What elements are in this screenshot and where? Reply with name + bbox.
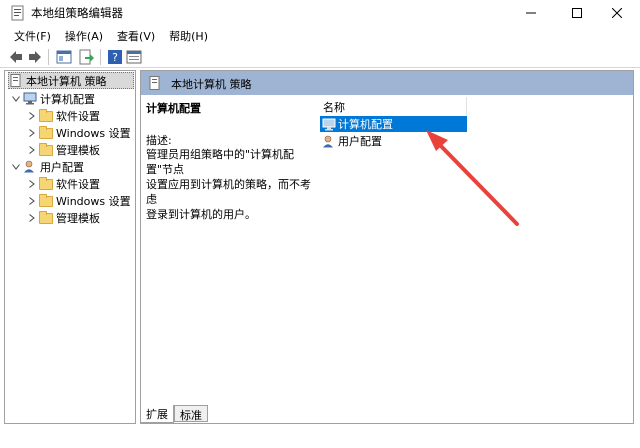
tree-item-local-policy[interactable]: 本地计算机 策略 [8, 72, 134, 89]
tree-item-label: Windows 设置 [56, 194, 131, 208]
properties-icon[interactable] [126, 49, 142, 65]
chevron-right-icon[interactable] [27, 128, 37, 138]
tree-item-software-settings[interactable]: 软件设置 [27, 107, 100, 124]
description-line: 设置应用到计算机的策略，而不考虑 [146, 178, 311, 206]
chevron-right-icon[interactable] [27, 213, 37, 223]
group-policy-editor-window: 本地组策略编辑器 文件(F) 操作(A) 查看(V) 帮助(H) ? 本地计算机… [0, 0, 640, 448]
minimize-button[interactable] [508, 0, 554, 26]
details-header-title: 本地计算机 策略 [171, 78, 252, 91]
policy-doc-icon [10, 74, 21, 87]
maximize-icon [572, 8, 582, 18]
tree-item-user-config[interactable]: 用户配置 [11, 158, 84, 175]
tree-item-user-windows-settings[interactable]: Windows 设置 [27, 192, 131, 209]
folder-icon [39, 143, 53, 156]
svg-text:?: ? [112, 51, 118, 64]
user-icon [323, 135, 333, 147]
computer-icon [322, 118, 336, 130]
chevron-down-icon[interactable] [11, 94, 21, 104]
tree-item-label: Windows 设置 [56, 126, 131, 140]
description-line: 登录到计算机的用户。 [146, 208, 256, 221]
folder-icon [39, 126, 53, 139]
description-label: 描述: [146, 134, 172, 147]
tree-item-label: 本地计算机 策略 [26, 74, 107, 88]
list-item-label: 计算机配置 [338, 118, 393, 131]
tab-standard[interactable]: 标准 [174, 405, 208, 422]
folder-icon [39, 194, 53, 207]
help-icon[interactable]: ? [107, 49, 123, 65]
tab-extended[interactable]: 扩展 [140, 405, 174, 423]
chevron-right-icon[interactable] [27, 179, 37, 189]
folder-icon [39, 177, 53, 190]
toolbar-separator [100, 49, 101, 65]
tree-item-label: 软件设置 [56, 177, 100, 191]
folder-icon [39, 211, 53, 224]
menu-file[interactable]: 文件(F) [8, 26, 59, 46]
tree-item-user-admin-templates[interactable]: 管理模板 [27, 209, 100, 226]
export-list-icon[interactable] [78, 49, 94, 65]
show-hide-tree-icon[interactable] [56, 49, 72, 65]
menu-action[interactable]: 操作(A) [59, 26, 111, 46]
close-button[interactable] [594, 0, 640, 26]
description-text: 管理员用组策略中的"计算机配置"节点 设置应用到计算机的策略，而不考虑 登录到计… [146, 147, 318, 222]
view-tabs: 扩展 标准 [140, 405, 208, 423]
minimize-icon [526, 12, 536, 14]
toolbar: ? [0, 46, 640, 68]
tree-item-label: 软件设置 [56, 109, 100, 123]
policy-doc-icon [149, 76, 160, 90]
tree-item-label: 计算机配置 [40, 92, 95, 106]
menu-help[interactable]: 帮助(H) [163, 26, 216, 46]
tree-item-windows-settings[interactable]: Windows 设置 [27, 124, 131, 141]
list-item-user-config[interactable]: 用户配置 [320, 133, 467, 149]
chevron-right-icon[interactable] [27, 196, 37, 206]
window-title: 本地组策略编辑器 [31, 6, 123, 20]
toolbar-separator [48, 49, 49, 65]
chevron-right-icon[interactable] [27, 111, 37, 121]
column-header-name[interactable]: 名称 [321, 97, 467, 115]
forward-icon[interactable] [27, 49, 43, 65]
close-icon [612, 8, 622, 18]
details-header: 本地计算机 策略 [141, 71, 633, 95]
console-tree[interactable]: 本地计算机 策略 计算机配置 软件设置 Windows 设置 管理模板 用户配置… [4, 70, 136, 424]
tree-item-admin-templates[interactable]: 管理模板 [27, 141, 100, 158]
chevron-right-icon[interactable] [27, 145, 37, 155]
computer-icon [23, 92, 37, 105]
policy-app-icon [11, 5, 24, 21]
tree-item-computer-config[interactable]: 计算机配置 [11, 90, 95, 107]
back-icon[interactable] [8, 49, 24, 65]
details-heading: 计算机配置 [146, 102, 201, 115]
title-bar: 本地组策略编辑器 [0, 0, 640, 26]
description-line: 管理员用组策略中的"计算机配置"节点 [146, 148, 295, 176]
list-item-computer-config[interactable]: 计算机配置 [320, 116, 467, 132]
details-pane: 本地计算机 策略 计算机配置 描述: 管理员用组策略中的"计算机配置"节点 设置… [140, 70, 634, 424]
tree-item-label: 管理模板 [56, 211, 100, 225]
column-header-label: 名称 [323, 101, 345, 114]
user-icon [24, 160, 34, 173]
tree-item-user-software-settings[interactable]: 软件设置 [27, 175, 100, 192]
list-item-label: 用户配置 [338, 135, 382, 148]
tree-item-label: 用户配置 [40, 160, 84, 174]
folder-icon [39, 109, 53, 122]
chevron-down-icon[interactable] [11, 162, 21, 172]
tree-item-label: 管理模板 [56, 143, 100, 157]
menu-view[interactable]: 查看(V) [111, 26, 163, 46]
menu-bar: 文件(F) 操作(A) 查看(V) 帮助(H) [0, 26, 640, 46]
